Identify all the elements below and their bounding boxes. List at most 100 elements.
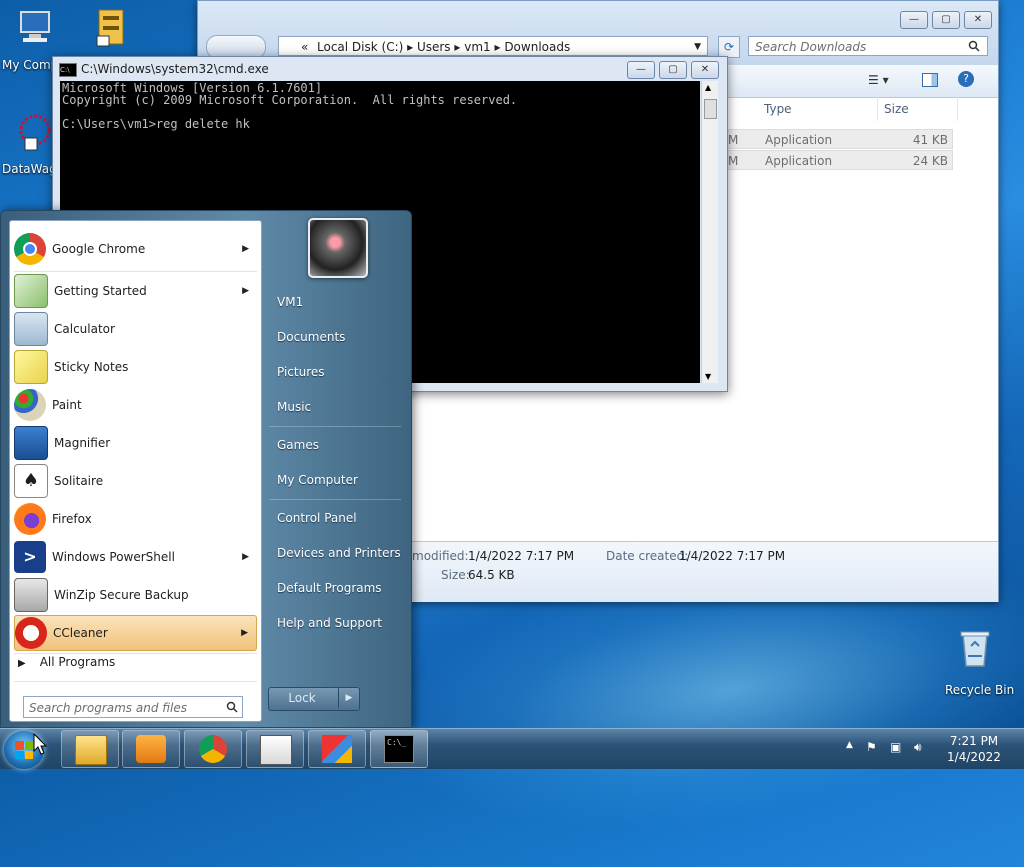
program-paint[interactable]: Paint [14, 387, 257, 423]
program-ccleaner[interactable]: CCleaner ▶ [14, 615, 257, 651]
preview-pane-icon[interactable] [922, 73, 938, 87]
program-label: Google Chrome [52, 242, 146, 256]
lock-options-arrow-icon[interactable]: ▶ [338, 688, 359, 708]
program-label: Paint [52, 398, 82, 412]
program-winzip-secure-backup[interactable]: WinZip Secure Backup [14, 577, 257, 613]
program-calculator[interactable]: Calculator [14, 311, 257, 347]
program-firefox[interactable]: Firefox [14, 501, 257, 537]
search-input[interactable]: Search Downloads [748, 36, 988, 56]
program-label: CCleaner [53, 626, 108, 640]
start-menu: Google Chrome ▶ Getting Started ▶ Calculat… [0, 210, 412, 728]
desktop-icon-my-computer[interactable]: My Comp [0, 8, 70, 72]
start-item-default-programs[interactable]: Default Programs [277, 581, 382, 595]
start-item-documents[interactable]: Documents [277, 330, 345, 344]
breadcrumb-item[interactable]: Local Disk (C:) [317, 40, 403, 54]
table-row[interactable]: M Application 41 KB [727, 129, 953, 149]
start-item-music[interactable]: Music [277, 400, 311, 414]
breadcrumb-item[interactable]: Downloads [504, 40, 570, 54]
program-label: Calculator [54, 322, 115, 336]
close-button[interactable]: ✕ [964, 11, 992, 29]
created-value: 1/4/2022 7:17 PM [679, 549, 786, 563]
desktop-icon-recycle-bin[interactable]: Recycle Bin [940, 628, 1014, 697]
row-size: 24 KB [912, 154, 948, 168]
column-header-type[interactable]: Type [758, 97, 878, 121]
divider [14, 271, 257, 272]
search-programs-input[interactable]: Search programs and files [23, 696, 243, 718]
table-row[interactable]: M Application 24 KB [727, 150, 953, 170]
refresh-button[interactable]: ⟳ [718, 36, 740, 58]
start-item-devices-and-printers[interactable]: Devices and Printers [277, 546, 401, 560]
taskbar-app-button[interactable] [246, 730, 304, 768]
action-center-icon[interactable]: ⚑ [866, 740, 877, 754]
taskbar-clock[interactable]: 7:21 PM 1/4/2022 [944, 733, 1004, 765]
divider [269, 426, 401, 427]
start-item-pictures[interactable]: Pictures [277, 365, 325, 379]
firefox-icon [14, 503, 46, 535]
divider [269, 499, 401, 500]
scroll-down-arrow[interactable]: ▼ [705, 372, 711, 381]
start-item-vm1[interactable]: VM1 [277, 295, 303, 309]
address-bar[interactable]: « Local Disk (C:) ▸ Users ▸ vm1 ▸ Downlo… [278, 36, 708, 56]
search-icon [226, 701, 238, 713]
program-label: Solitaire [54, 474, 104, 488]
breadcrumb-item[interactable]: Users [417, 40, 451, 54]
taskbar-cmd-button[interactable]: C:\_ [370, 730, 428, 768]
program-google-chrome[interactable]: Google Chrome ▶ [14, 231, 257, 267]
maximize-button[interactable]: ▢ [932, 11, 960, 29]
desktop-icon-folder-archive[interactable] [86, 8, 136, 53]
clock-date: 1/4/2022 [947, 750, 1001, 764]
modified-label: modified: [412, 549, 469, 563]
program-magnifier[interactable]: Magnifier [14, 425, 257, 461]
network-icon[interactable]: ▣ [890, 740, 901, 754]
chevron-down-icon[interactable]: ▼ [694, 37, 701, 57]
volume-icon[interactable]: 🔊︎ [914, 740, 922, 755]
scrollbar-thumb[interactable] [704, 99, 717, 119]
view-options-icon[interactable]: ☰ ▾ [868, 73, 889, 87]
user-avatar[interactable] [308, 218, 368, 278]
console-line: Copyright (c) 2009 Microsoft Corporation… [62, 93, 518, 107]
scrollbar[interactable]: ▲ ▼ [701, 81, 718, 383]
maximize-button[interactable]: ▢ [659, 61, 687, 79]
start-item-control-panel[interactable]: Control Panel [277, 511, 357, 525]
row-size: 41 KB [912, 133, 948, 147]
program-solitaire[interactable]: ♠ Solitaire [14, 463, 257, 499]
minimize-button[interactable]: — [900, 11, 928, 29]
start-item-games[interactable]: Games [277, 438, 319, 452]
explorer-window-controls: — ▢ ✕ [900, 11, 992, 29]
program-sticky-notes[interactable]: Sticky Notes [14, 349, 257, 385]
calculator-icon [14, 312, 48, 346]
start-item-help-and-support[interactable]: Help and Support [277, 616, 382, 630]
search-icon [968, 40, 980, 52]
desktop-icon-label: DataWag [2, 162, 57, 176]
show-hidden-icons-button[interactable]: ▲ [846, 740, 853, 750]
paint-icon [14, 389, 46, 421]
help-icon[interactable]: ? [958, 71, 974, 87]
clock-time: 7:21 PM [949, 734, 999, 748]
cmd-icon: C:\ [59, 62, 77, 77]
start-menu-programs-pane: Google Chrome ▶ Getting Started ▶ Calculat… [9, 220, 262, 722]
scroll-up-arrow[interactable]: ▲ [705, 83, 711, 92]
modified-value: 1/4/2022 7:17 PM [468, 549, 575, 563]
desktop-icon-label: Recycle Bin [945, 683, 1015, 697]
breadcrumb-item[interactable]: vm1 [464, 40, 490, 54]
submenu-arrow-icon: ▶ [242, 286, 249, 296]
program-windows-powershell[interactable]: > Windows PowerShell ▶ [14, 539, 257, 575]
taskbar-media-player-button[interactable] [122, 730, 180, 768]
lock-button[interactable]: Lock ▶ [268, 687, 360, 711]
divider [14, 653, 257, 654]
close-button[interactable]: ✕ [691, 61, 719, 79]
start-item-my-computer[interactable]: My Computer [277, 473, 358, 487]
desktop-icon-label: My Comp [2, 58, 59, 72]
taskbar-control-panel-button[interactable] [308, 730, 366, 768]
taskbar-explorer-button[interactable] [61, 730, 119, 768]
taskbar-chrome-button[interactable] [184, 730, 242, 768]
chrome-icon [14, 233, 46, 265]
all-programs-button[interactable]: ▶ All Programs [18, 655, 115, 669]
row-type: Application [765, 133, 833, 147]
program-getting-started[interactable]: Getting Started ▶ [14, 273, 257, 309]
minimize-button[interactable]: — [627, 61, 655, 79]
column-header-size[interactable]: Size [878, 97, 958, 121]
getting-started-icon [14, 274, 48, 308]
cmd-title-bar: C:\ C:\Windows\system32\cmd.exe [59, 61, 269, 77]
submenu-arrow-icon: ▶ [242, 244, 249, 254]
